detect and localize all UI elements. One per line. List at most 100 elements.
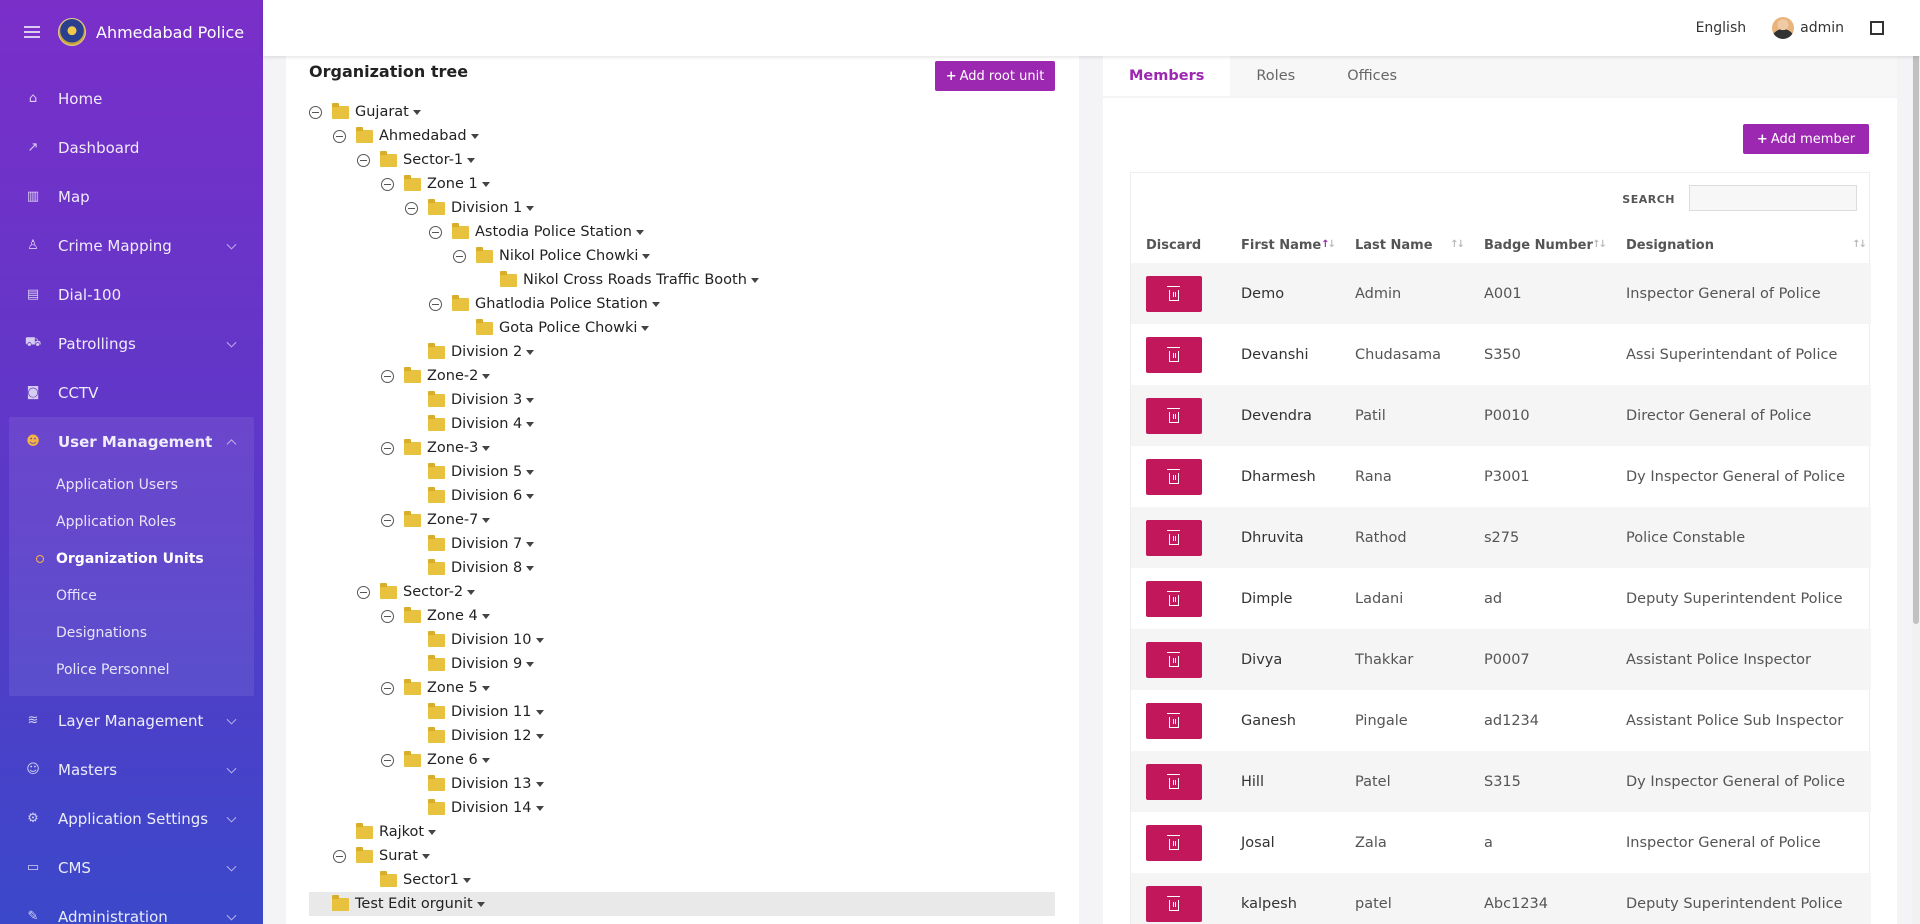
tree-node[interactable]: Division 8 <box>309 556 1055 580</box>
tree-node[interactable]: Zone 6 <box>309 748 1055 772</box>
tree-node[interactable]: Sector-2 <box>309 580 1055 604</box>
tree-node[interactable]: Division 9 <box>309 652 1055 676</box>
sidebar-subitem-application-users[interactable]: Application Users <box>9 466 254 503</box>
caret-down-icon[interactable] <box>481 757 490 763</box>
sidebar-item-dial-100[interactable]: ▤ Dial-100 <box>0 270 263 319</box>
sidebar-item-crime-mapping[interactable]: ♙ Crime Mapping <box>0 221 263 270</box>
language-selector[interactable]: English <box>1696 20 1747 36</box>
sidebar-item-cctv[interactable]: ◙ CCTV <box>0 368 263 417</box>
delete-member-button[interactable] <box>1146 763 1202 800</box>
collapse-toggle-icon[interactable] <box>381 441 394 455</box>
sidebar-subitem-police-personnel[interactable]: Police Personnel <box>9 651 254 688</box>
tree-node[interactable]: Test Edit orgunit <box>309 892 1055 916</box>
tree-node[interactable]: Zone-7 <box>309 508 1055 532</box>
column-header-first-name[interactable]: First Name ↑↓ <box>1226 227 1340 263</box>
tab-roles[interactable]: Roles <box>1230 56 1321 96</box>
caret-down-icon[interactable] <box>535 637 544 643</box>
collapse-toggle-icon[interactable] <box>309 105 322 119</box>
tree-node[interactable]: Division 1 <box>309 196 1055 220</box>
collapse-toggle-icon[interactable] <box>381 753 394 767</box>
caret-down-icon[interactable] <box>535 733 544 739</box>
user-menu[interactable]: admin <box>1772 17 1844 39</box>
collapse-toggle-icon[interactable] <box>381 369 394 383</box>
caret-down-icon[interactable] <box>526 397 535 403</box>
tree-node[interactable]: Sector-1 <box>309 148 1055 172</box>
collapse-toggle-icon[interactable] <box>429 225 442 239</box>
caret-down-icon[interactable] <box>526 349 535 355</box>
collapse-toggle-icon[interactable] <box>357 585 370 599</box>
caret-down-icon[interactable] <box>750 277 759 283</box>
delete-member-button[interactable] <box>1146 336 1202 373</box>
caret-down-icon[interactable] <box>651 301 660 307</box>
caret-down-icon[interactable] <box>641 325 650 331</box>
tab-offices[interactable]: Offices <box>1321 56 1423 96</box>
caret-down-icon[interactable] <box>412 109 421 115</box>
tree-node[interactable]: Zone-3 <box>309 436 1055 460</box>
caret-down-icon[interactable] <box>526 205 535 211</box>
sidebar-subitem-application-roles[interactable]: Application Roles <box>9 503 254 540</box>
delete-member-button[interactable] <box>1146 641 1202 678</box>
caret-down-icon[interactable] <box>526 493 535 499</box>
sidebar-item-layer-management[interactable]: ≋ Layer Management <box>0 696 263 745</box>
caret-down-icon[interactable] <box>526 565 535 571</box>
tree-node[interactable]: Division 7 <box>309 532 1055 556</box>
tree-node[interactable]: Zone 5 <box>309 676 1055 700</box>
column-header-badge-number[interactable]: Badge Number ↑↓ <box>1469 227 1611 263</box>
caret-down-icon[interactable] <box>526 469 535 475</box>
caret-down-icon[interactable] <box>482 517 491 523</box>
caret-down-icon[interactable] <box>535 805 544 811</box>
caret-down-icon[interactable] <box>482 445 491 451</box>
tree-node[interactable]: Zone 1 <box>309 172 1055 196</box>
tree-node[interactable]: Division 4 <box>309 412 1055 436</box>
collapse-toggle-icon[interactable] <box>381 177 394 191</box>
caret-down-icon[interactable] <box>462 877 471 883</box>
collapse-toggle-icon[interactable] <box>381 681 394 695</box>
tree-node[interactable]: Gota Police Chowki <box>309 316 1055 340</box>
sidebar-item-application-settings[interactable]: ⚙ Application Settings <box>0 794 263 843</box>
sidebar-subitem-office[interactable]: Office <box>9 577 254 614</box>
caret-down-icon[interactable] <box>642 253 651 259</box>
tree-node[interactable]: Ghatlodia Police Station <box>309 292 1055 316</box>
caret-down-icon[interactable] <box>481 685 490 691</box>
caret-down-icon[interactable] <box>526 421 535 427</box>
tree-node[interactable]: Gujarat <box>309 100 1055 124</box>
fullscreen-icon[interactable] <box>1870 21 1884 35</box>
delete-member-button[interactable] <box>1146 519 1202 556</box>
tab-members[interactable]: Members <box>1103 56 1231 96</box>
tree-node[interactable]: Nikol Cross Roads Traffic Booth <box>309 268 1055 292</box>
caret-down-icon[interactable] <box>470 133 479 139</box>
tree-node[interactable]: Ahmedabad <box>309 124 1055 148</box>
tree-node[interactable]: Rajkot <box>309 820 1055 844</box>
scrollbar-thumb[interactable] <box>1913 4 1919 624</box>
sidebar-item-dashboard[interactable]: ↗ Dashboard <box>0 123 263 172</box>
delete-member-button[interactable] <box>1146 458 1202 495</box>
collapse-toggle-icon[interactable] <box>333 129 346 143</box>
sidebar-subitem-designations[interactable]: Designations <box>9 614 254 651</box>
tree-node[interactable]: Nikol Police Chowki <box>309 244 1055 268</box>
collapse-toggle-icon[interactable] <box>429 297 442 311</box>
page-scrollbar[interactable] <box>1912 0 1920 924</box>
caret-down-icon[interactable] <box>428 829 437 835</box>
caret-down-icon[interactable] <box>481 181 490 187</box>
add-member-button[interactable]: + Add member <box>1743 124 1869 154</box>
add-root-unit-button[interactable]: + Add root unit <box>935 61 1055 91</box>
caret-down-icon[interactable] <box>535 709 544 715</box>
sidebar-item-patrollings[interactable]: ⛟ Patrollings <box>0 319 263 368</box>
caret-down-icon[interactable] <box>467 589 476 595</box>
caret-down-icon[interactable] <box>467 157 476 163</box>
caret-down-icon[interactable] <box>535 781 544 787</box>
delete-member-button[interactable] <box>1146 824 1202 861</box>
collapse-toggle-icon[interactable] <box>357 153 370 167</box>
tree-node[interactable]: Division 12 <box>309 724 1055 748</box>
column-header-last-name[interactable]: Last Name ↑↓ <box>1340 227 1469 263</box>
caret-down-icon[interactable] <box>476 901 485 907</box>
tree-node[interactable]: Division 2 <box>309 340 1055 364</box>
tree-node[interactable]: Zone-2 <box>309 364 1055 388</box>
delete-member-button[interactable] <box>1146 885 1202 922</box>
caret-down-icon[interactable] <box>481 613 490 619</box>
sidebar-item-cms[interactable]: ▭ CMS <box>0 843 263 892</box>
tree-node[interactable]: Division 11 <box>309 700 1055 724</box>
collapse-toggle-icon[interactable] <box>381 609 394 623</box>
column-header-designation[interactable]: Designation ↑↓ <box>1611 227 1871 263</box>
tree-node[interactable]: Astodia Police Station <box>309 220 1055 244</box>
